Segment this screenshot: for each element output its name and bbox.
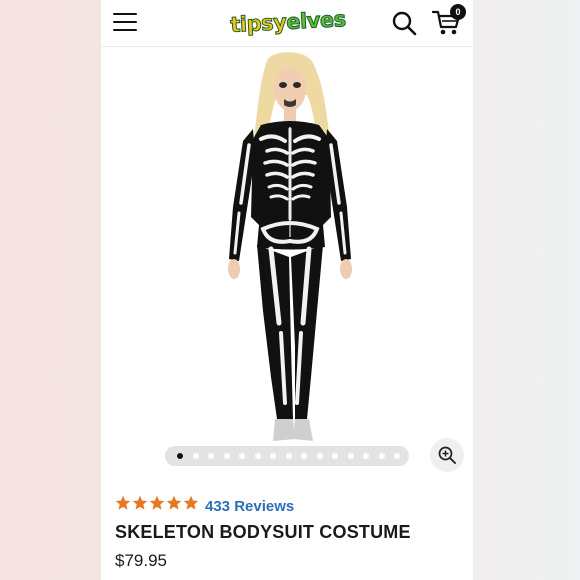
carousel-dot[interactable]	[285, 453, 292, 459]
product-price: $79.95	[115, 551, 167, 570]
site-header: tipsyelves 0	[101, 0, 473, 47]
carousel-dot[interactable]	[208, 453, 214, 459]
carousel-dot[interactable]	[363, 453, 369, 459]
hamburger-menu-icon[interactable]	[113, 12, 137, 32]
image-carousel-pager	[165, 446, 409, 466]
mobile-page: tipsyelves 0 433 Reviews SKELETON BODYSU…	[101, 0, 473, 580]
star-icon	[183, 495, 199, 510]
product-title: SKELETON BODYSUIT COSTUME	[115, 522, 411, 542]
logo-text-tipsy: tipsy	[229, 10, 287, 38]
reviews-link[interactable]: 433 Reviews	[205, 498, 294, 515]
star-icon	[132, 495, 148, 510]
carousel-dot[interactable]	[347, 453, 354, 459]
star-icon	[166, 495, 182, 510]
zoom-button[interactable]	[430, 438, 464, 472]
zoom-in-icon	[438, 446, 456, 464]
carousel-dot[interactable]	[301, 453, 307, 459]
product-image[interactable]	[101, 47, 473, 447]
carousel-dot[interactable]	[223, 453, 230, 459]
tipsy-elves-logo[interactable]: tipsyelves	[228, 2, 348, 42]
star-icon	[149, 495, 165, 510]
carousel-dot[interactable]	[239, 453, 245, 459]
carousel-dot[interactable]	[254, 453, 261, 459]
carousel-dot[interactable]	[394, 453, 400, 459]
logo-text-elves: elves	[285, 6, 347, 35]
carousel-dot[interactable]	[192, 453, 199, 459]
carousel-dot[interactable]	[177, 453, 183, 459]
search-icon[interactable]	[391, 10, 417, 36]
carousel-dot[interactable]	[316, 453, 323, 459]
carousel-dot[interactable]	[378, 453, 385, 459]
carousel-dot[interactable]	[270, 453, 276, 459]
star-icon	[115, 495, 131, 510]
cart-count-badge[interactable]: 0	[450, 4, 466, 20]
carousel-dot[interactable]	[332, 453, 338, 459]
